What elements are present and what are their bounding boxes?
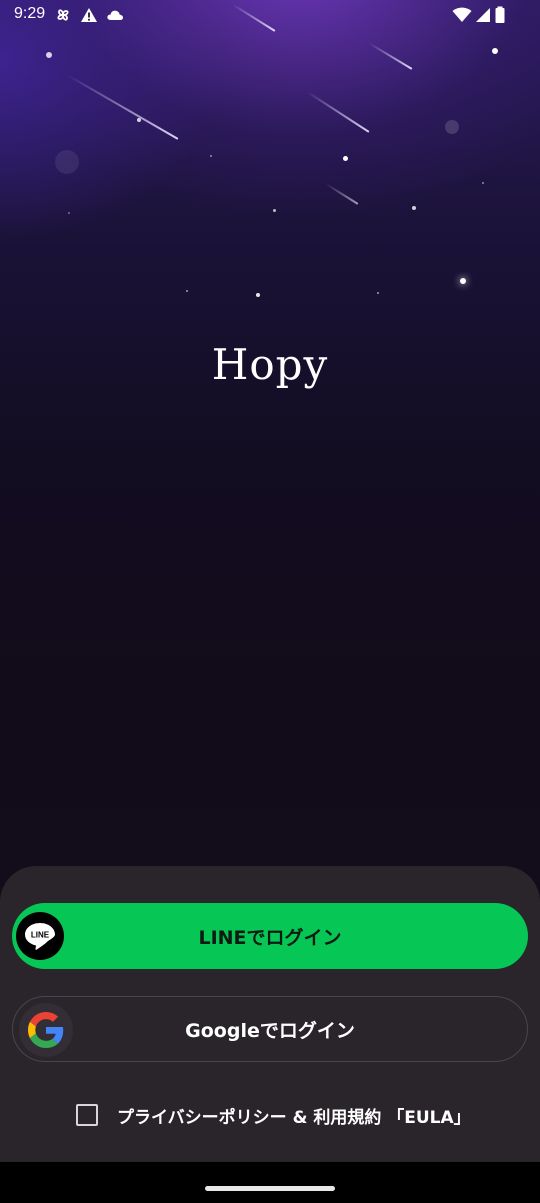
meteor xyxy=(325,183,359,205)
consent-label[interactable]: プライバシーポリシー & 利用規約 「EULA」 xyxy=(117,1103,471,1128)
star xyxy=(273,209,276,212)
line-login-label: LINEでログイン xyxy=(198,926,342,949)
consent-checkbox[interactable] xyxy=(76,1104,98,1126)
warning-icon xyxy=(80,6,98,24)
star xyxy=(377,292,379,294)
consent-row[interactable]: プライバシーポリシー & 利用規約 「EULA」 xyxy=(76,1102,471,1128)
pinwheel-icon xyxy=(54,6,72,24)
google-login-label: Googleでログイン xyxy=(185,1019,355,1042)
meteor xyxy=(66,74,179,140)
star xyxy=(482,182,484,184)
star xyxy=(343,156,348,161)
line-login-button[interactable]: LINE LINEでログイン xyxy=(12,903,528,969)
app-title: Hopy xyxy=(211,340,329,389)
login-screen: 9:29 Hopy LINE LINEでログイン Googleでログイン プライ… xyxy=(0,0,540,1203)
meteor xyxy=(306,90,370,133)
status-bar: 9:29 xyxy=(0,0,540,30)
cloud-icon xyxy=(106,6,124,24)
star xyxy=(412,206,416,210)
star xyxy=(210,155,212,157)
signal-icon xyxy=(474,6,492,24)
wifi-icon xyxy=(452,6,472,24)
star xyxy=(460,278,466,284)
star xyxy=(68,212,70,214)
login-sheet: LINE LINEでログイン Googleでログイン プライバシーポリシー & … xyxy=(0,866,540,1162)
status-time: 9:29 xyxy=(14,5,46,22)
meteor xyxy=(368,42,413,70)
star xyxy=(55,150,79,174)
star xyxy=(492,48,498,54)
star xyxy=(46,52,52,58)
google-login-button[interactable]: Googleでログイン xyxy=(12,996,528,1062)
star xyxy=(256,293,260,297)
star xyxy=(186,290,188,292)
navigation-bar xyxy=(0,1162,540,1203)
star xyxy=(445,120,459,134)
battery-icon xyxy=(494,6,506,24)
home-gesture-handle[interactable] xyxy=(205,1186,335,1191)
